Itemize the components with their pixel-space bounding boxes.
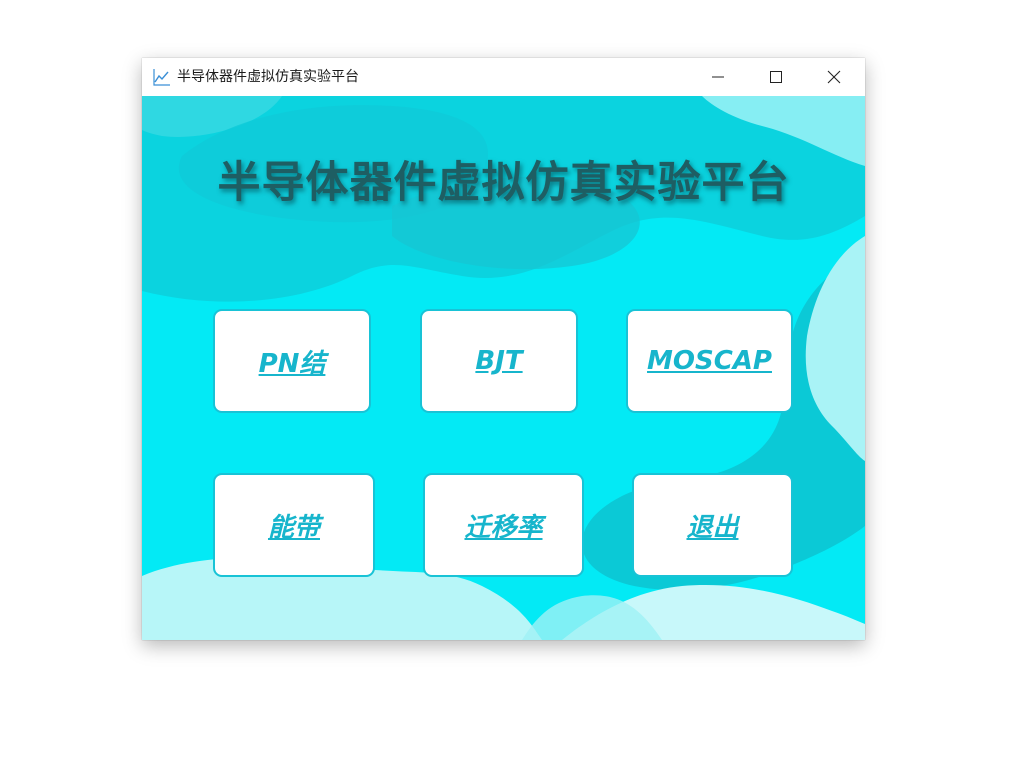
energy-band-button[interactable]: 能带 (213, 473, 375, 577)
line-chart-icon (152, 67, 172, 87)
window-title: 半导体器件虚拟仿真实验平台 (177, 69, 359, 85)
maximize-button[interactable] (747, 58, 805, 96)
page-title: 半导体器件虚拟仿真实验平台 (217, 158, 790, 208)
energy-band-button-label: 能带 (267, 512, 320, 543)
close-button[interactable] (805, 58, 863, 96)
close-icon (827, 70, 841, 84)
pn-junction-button[interactable]: PN结 (213, 309, 371, 413)
title-bar[interactable]: 半导体器件虚拟仿真实验平台 (142, 58, 865, 96)
mobility-button-label: 迁移率 (464, 512, 543, 543)
maximize-icon (770, 71, 782, 83)
mobility-button[interactable]: 迁移率 (423, 473, 584, 577)
minimize-icon (712, 76, 724, 78)
app-window: 半导体器件虚拟仿真实验平台 半导体器件虚拟仿真实验平台 PN结 BJT MOSC… (142, 58, 865, 640)
moscap-button[interactable]: MOSCAP (626, 309, 793, 413)
exit-button-label: 退出 (686, 512, 739, 543)
bjt-button[interactable]: BJT (420, 309, 578, 413)
minimize-button[interactable] (689, 58, 747, 96)
exit-button[interactable]: 退出 (632, 473, 793, 577)
main-panel: 半导体器件虚拟仿真实验平台 PN结 BJT MOSCAP 能带 迁移率 退出 (142, 96, 865, 640)
moscap-button-label: MOSCAP (647, 346, 772, 376)
pn-junction-button-label: PN结 (258, 348, 326, 379)
bjt-button-label: BJT (475, 346, 523, 376)
